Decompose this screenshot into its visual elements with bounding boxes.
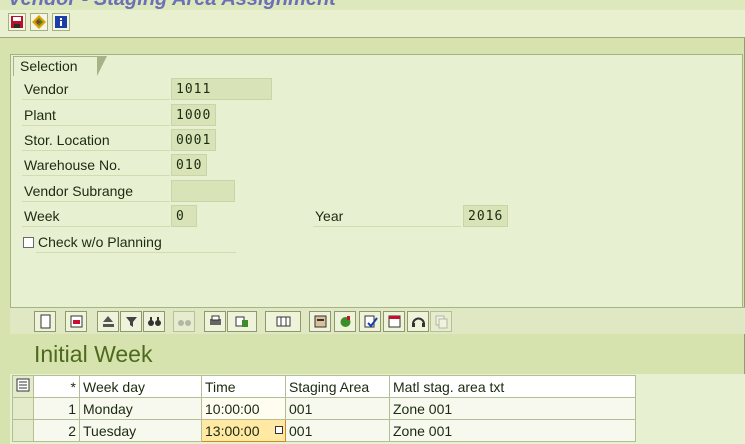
- check-icon: [364, 315, 378, 328]
- col-header-star[interactable]: *: [33, 375, 80, 398]
- calendar-icon: [388, 315, 400, 328]
- time-value: 13:00:00: [205, 422, 260, 439]
- save-icon: [11, 16, 23, 28]
- vendor-subrange-field[interactable]: [171, 180, 235, 202]
- select-all-icon: [16, 378, 30, 392]
- col-header-time[interactable]: Time: [201, 375, 286, 398]
- find-button[interactable]: [143, 311, 165, 332]
- structure-button[interactable]: [309, 311, 331, 332]
- row-selector[interactable]: [12, 419, 34, 442]
- col-header-staging-area[interactable]: Staging Area: [285, 375, 390, 398]
- row-number: 2: [33, 419, 80, 442]
- headset-button[interactable]: [407, 311, 429, 332]
- staging-area-cell: 001: [285, 419, 390, 442]
- print-preview-icon: [209, 315, 221, 325]
- grid-container: * Week day Time Staging Area Matl stag. …: [10, 374, 745, 444]
- green-button[interactable]: [334, 311, 356, 332]
- stor-location-label: Stor. Location: [22, 129, 170, 151]
- year-label: Year: [313, 205, 461, 227]
- selection-tab: Selection: [13, 56, 107, 76]
- vendor-subrange-label: Vendor Subrange: [22, 180, 170, 202]
- week-label: Week: [22, 205, 170, 227]
- details-button[interactable]: [34, 311, 56, 332]
- window-title-bar: Vendor - Staging Area Assignment: [0, 0, 745, 10]
- col-header-week-day[interactable]: Week day: [79, 375, 202, 398]
- delete-row-icon: [70, 315, 82, 328]
- headset-icon: [411, 317, 425, 327]
- select-all-button[interactable]: [12, 375, 34, 398]
- print-icon: [102, 316, 114, 327]
- layout-icon: [276, 316, 290, 327]
- selection-tab-label: Selection: [20, 58, 78, 74]
- print-preview-button[interactable]: [204, 311, 226, 332]
- weekday-cell: Monday: [79, 397, 202, 420]
- find-next-button[interactable]: [173, 311, 195, 332]
- section-title: Initial Week: [34, 341, 153, 367]
- year-field[interactable]: 2016: [463, 205, 508, 227]
- time-input-focused[interactable]: 13:00:00: [201, 419, 286, 442]
- table-row[interactable]: 2 Tuesday 13:00:00 001 Zone 001: [12, 419, 636, 442]
- weekday-cell: Tuesday: [79, 419, 202, 442]
- window-title: Vendor - Staging Area Assignment: [8, 0, 336, 10]
- layout-button[interactable]: [265, 311, 301, 332]
- check-wo-planning-checkbox[interactable]: [23, 237, 34, 248]
- export-icon: [235, 316, 248, 327]
- vendor-field[interactable]: 1011: [171, 78, 272, 100]
- warehouse-no-field[interactable]: 010: [171, 154, 207, 176]
- warehouse-no-label: Warehouse No.: [22, 154, 170, 176]
- print-button[interactable]: [97, 311, 119, 332]
- export-button[interactable]: [227, 311, 257, 332]
- vendor-label: Vendor: [22, 78, 170, 100]
- execute-icon: [32, 15, 46, 29]
- stor-location-field[interactable]: 0001: [171, 129, 216, 151]
- execute-button[interactable]: [30, 13, 48, 31]
- value-help-icon[interactable]: [275, 426, 283, 434]
- time-input[interactable]: 10:00:00: [201, 397, 286, 420]
- info-icon: [55, 16, 67, 28]
- matl-stag-area-txt-cell: Zone 001: [389, 397, 636, 420]
- copy-icon: [435, 315, 447, 329]
- row-number: 1: [33, 397, 80, 420]
- delete-row-button[interactable]: [65, 311, 87, 332]
- save-button[interactable]: [8, 13, 26, 31]
- plant-field[interactable]: 1000: [171, 104, 216, 126]
- application-toolbar: [0, 10, 745, 38]
- table-row[interactable]: 1 Monday 10:00:00 001 Zone 001: [12, 397, 636, 420]
- check-button[interactable]: [359, 311, 381, 332]
- grid-header-row: * Week day Time Staging Area Matl stag. …: [12, 375, 636, 398]
- copy-button[interactable]: [430, 311, 452, 332]
- plant-label: Plant: [22, 104, 170, 126]
- staging-grid: * Week day Time Staging Area Matl stag. …: [12, 375, 636, 442]
- row-selector[interactable]: [12, 397, 34, 420]
- col-header-matl-stag-area-txt[interactable]: Matl stag. area txt: [389, 375, 636, 398]
- find-icon: [147, 317, 161, 326]
- week-field[interactable]: 0: [171, 205, 197, 227]
- matl-stag-area-txt-cell: Zone 001: [389, 419, 636, 442]
- find-next-icon: [177, 320, 191, 326]
- check-wo-planning-label: Check w/o Planning: [36, 231, 236, 253]
- filter-button[interactable]: [120, 311, 142, 332]
- filter-icon: [125, 317, 137, 327]
- staging-area-cell: 001: [285, 397, 390, 420]
- structure-icon: [314, 315, 326, 328]
- info-button[interactable]: [52, 13, 70, 31]
- calendar-button[interactable]: [383, 311, 405, 332]
- details-icon: [40, 314, 50, 329]
- grid-toolbar: [10, 307, 745, 334]
- green-icon: [340, 316, 350, 327]
